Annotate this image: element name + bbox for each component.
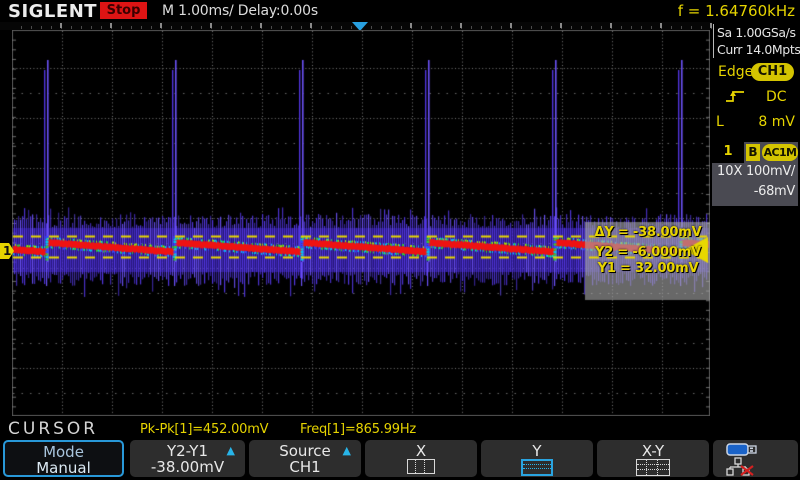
softkey-y2y1[interactable]: Y2-Y1 ▲ -38.00mV [130, 440, 245, 477]
softkey-x-cursor[interactable]: X [365, 440, 477, 477]
oscilloscope-screen: { "header": { "logo": "SIGLENT", "run_st… [0, 0, 800, 480]
bandwidth-limit-badge: B [746, 144, 760, 161]
acquisition-info: Sa 1.00GSa/s Curr 14.0Mpts [713, 24, 800, 58]
softkey-x-label: X [365, 442, 477, 460]
usb-icon [727, 444, 756, 455]
channel-coupling-badge: AC1M [762, 144, 798, 161]
softkey-y-cursor[interactable]: Y [481, 440, 593, 477]
memory-depth: Curr 14.0Mpts [717, 41, 800, 58]
x-cursor-icon [407, 459, 435, 474]
cursor-y1-readout: Y1 = 32.00mV [585, 261, 711, 276]
softkey-xy-label: X-Y [597, 442, 709, 460]
softkey-mode[interactable]: Mode Manual [3, 440, 124, 477]
trigger-coupling: DC [766, 89, 787, 105]
channel-number: 1 [712, 142, 744, 163]
trigger-level-label: L [716, 114, 724, 130]
softkey-y-label: Y [481, 442, 593, 460]
trigger-mode-label: Edge [718, 64, 753, 80]
waveform-display [12, 30, 710, 416]
softkey-mode-value: Manual [5, 459, 122, 477]
y-cursor-icon [521, 459, 553, 476]
run-state-badge[interactable]: Stop [100, 2, 147, 19]
softkey-source-value: CH1 [249, 458, 361, 476]
xy-cursor-icon [636, 459, 670, 476]
active-menu-title: CURSOR [8, 419, 98, 439]
cursor-delta-y-readout: ΔY = -38.00mV [585, 225, 711, 240]
softkey-y2y1-value: -38.00mV [130, 458, 245, 476]
lan-disconnected-icon [727, 458, 753, 475]
probe-attenuation: 10X [717, 164, 742, 179]
channel-offset: -68mV [754, 184, 795, 199]
channel-info-panel[interactable]: 1 B AC1M 10X 100mV/ -68mV [712, 142, 798, 206]
volts-per-div: 100mV/ [746, 164, 795, 179]
io-status-panel [713, 440, 798, 477]
sample-rate: Sa 1.00GSa/s [717, 24, 800, 41]
chevron-up-icon: ▲ [343, 444, 351, 457]
io-icons [725, 442, 785, 476]
chevron-up-icon: ▲ [227, 444, 235, 457]
trigger-level-value: 8 mV [750, 114, 795, 130]
timebase-readout: M 1.00ms/ Delay:0.00s [162, 3, 318, 19]
trigger-source-badge[interactable]: CH1 [751, 63, 794, 81]
brand-logo: SIGLENT [8, 1, 97, 22]
measurement-freq: Freq[1]=865.99Hz [300, 422, 416, 437]
cursor-y2-readout: Y2 = -6.000mV [585, 245, 711, 260]
measurement-pkpk: Pk-Pk[1]=452.00mV [140, 422, 268, 437]
softkey-xy-cursor[interactable]: X-Y [597, 440, 709, 477]
frequency-counter: f = 1.64760kHz [630, 2, 795, 20]
softkey-source[interactable]: Source ▲ CH1 [249, 440, 361, 477]
rising-edge-icon [725, 88, 745, 108]
